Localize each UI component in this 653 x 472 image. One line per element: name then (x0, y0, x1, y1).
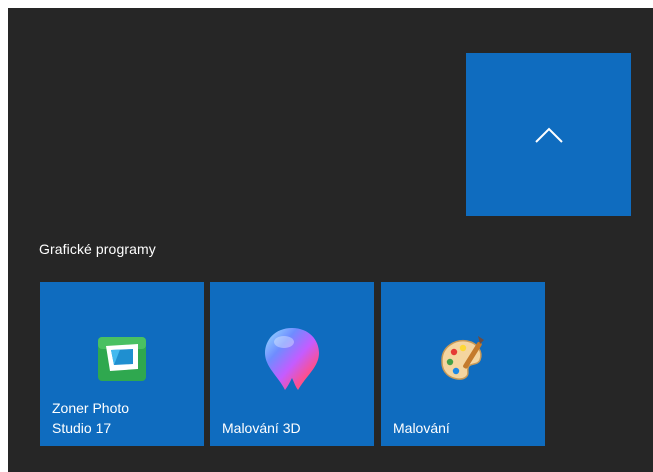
zoner-photo-studio-icon (98, 337, 146, 381)
collapse-group-button[interactable] (466, 53, 631, 216)
tile-label: Malování (393, 420, 450, 436)
paint-palette-icon (441, 336, 484, 380)
tile-group-title: Grafické programy (39, 241, 156, 257)
tile-label: Zoner Photo Studio 17 (52, 400, 130, 436)
chevron-up-icon (534, 127, 563, 143)
start-menu-panel: Grafické programy Zoner Photo Studio 17 (8, 8, 653, 472)
tile-zoner-photo-studio[interactable]: Zoner Photo Studio 17 (40, 282, 204, 446)
paint-3d-icon (265, 328, 319, 390)
tile-paint[interactable]: Malování (381, 282, 545, 446)
tile-label: Malování 3D (222, 420, 301, 436)
tile-paint-3d[interactable]: Malování 3D (210, 282, 374, 446)
